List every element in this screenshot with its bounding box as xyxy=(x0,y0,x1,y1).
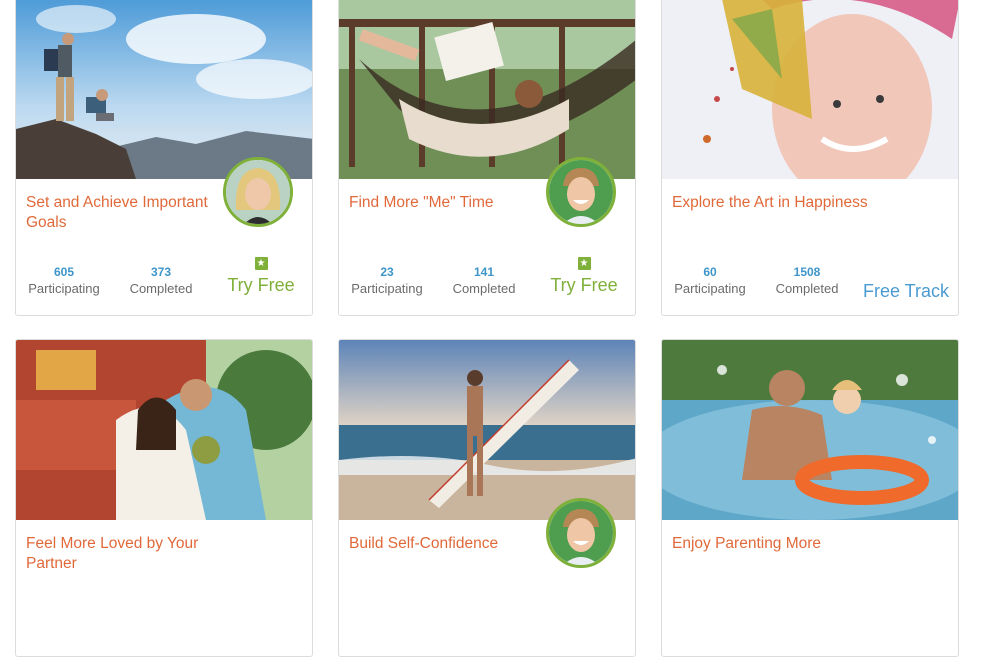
coach-smiling-man-photo xyxy=(549,501,613,565)
track-image-color-powder[interactable] xyxy=(662,0,958,179)
track-image-surfer[interactable] xyxy=(339,340,635,520)
color-powder-photo xyxy=(662,0,958,179)
track-card-loved[interactable]: Feel More Loved by Your Partner xyxy=(15,339,313,657)
free-track-button[interactable]: Free Track xyxy=(854,277,958,302)
star-badge-icon: ★ xyxy=(254,257,268,270)
track-title[interactable]: Explore the Art in Happiness xyxy=(672,193,868,213)
track-card-happiness[interactable]: Explore the Art in Happiness 60 Particip… xyxy=(661,0,959,316)
completed-label: Completed xyxy=(129,281,193,296)
track-card-parenting[interactable]: Enjoy Parenting More xyxy=(661,339,959,657)
free-track-label[interactable]: Free Track xyxy=(854,280,958,302)
track-title[interactable]: Set and Achieve Important Goals xyxy=(26,193,222,233)
completed-label: Completed xyxy=(452,281,516,296)
participating-label: Participating xyxy=(351,281,423,296)
completed-label: Completed xyxy=(775,281,839,296)
try-free-label[interactable]: Try Free xyxy=(539,274,629,296)
participating-label: Participating xyxy=(674,281,746,296)
coach-avatar[interactable] xyxy=(546,498,616,568)
completed-stat: 373 Completed xyxy=(116,265,206,298)
coach-smiling-man-photo xyxy=(549,160,613,224)
track-card-confidence[interactable]: Build Self-Confidence xyxy=(338,339,636,657)
participating-stat: 60 Participating xyxy=(665,265,755,298)
coach-blonde-woman-photo xyxy=(226,160,290,224)
track-image-pool[interactable] xyxy=(662,340,958,520)
completed-count: 141 xyxy=(473,265,495,279)
track-image-hikers[interactable] xyxy=(16,0,312,179)
coach-avatar[interactable] xyxy=(223,157,293,227)
participating-label: Participating xyxy=(28,281,100,296)
coach-avatar[interactable] xyxy=(546,157,616,227)
pool-family-photo xyxy=(662,340,958,520)
track-card-goals[interactable]: Set and Achieve Important Goals 605 Part… xyxy=(15,0,313,316)
hikers-photo xyxy=(16,0,312,179)
completed-stat: 1508 Completed xyxy=(762,265,852,298)
try-free-button[interactable]: ★ Try Free xyxy=(216,253,306,296)
track-title[interactable]: Feel More Loved by Your Partner xyxy=(26,534,222,574)
track-image-hammock[interactable] xyxy=(339,0,635,179)
try-free-button[interactable]: ★ Try Free xyxy=(539,253,629,296)
participating-stat: 605 Participating xyxy=(19,265,109,298)
participating-count: 605 xyxy=(53,265,75,279)
track-title[interactable]: Enjoy Parenting More xyxy=(672,534,868,554)
track-title[interactable]: Build Self-Confidence xyxy=(349,534,545,554)
track-image-couple[interactable] xyxy=(16,340,312,520)
completed-count: 1508 xyxy=(793,265,821,279)
surfer-beach-photo xyxy=(339,340,635,520)
completed-stat: 141 Completed xyxy=(439,265,529,298)
couple-coconut-photo xyxy=(16,340,312,520)
hammock-photo xyxy=(339,0,635,179)
completed-count: 373 xyxy=(150,265,172,279)
participating-count: 23 xyxy=(380,265,394,279)
track-card-me-time[interactable]: Find More "Me" Time 23 Participating 141… xyxy=(338,0,636,316)
star-badge-icon: ★ xyxy=(577,257,591,270)
participating-count: 60 xyxy=(703,265,717,279)
track-title[interactable]: Find More "Me" Time xyxy=(349,193,545,213)
participating-stat: 23 Participating xyxy=(342,265,432,298)
try-free-label[interactable]: Try Free xyxy=(216,274,306,296)
